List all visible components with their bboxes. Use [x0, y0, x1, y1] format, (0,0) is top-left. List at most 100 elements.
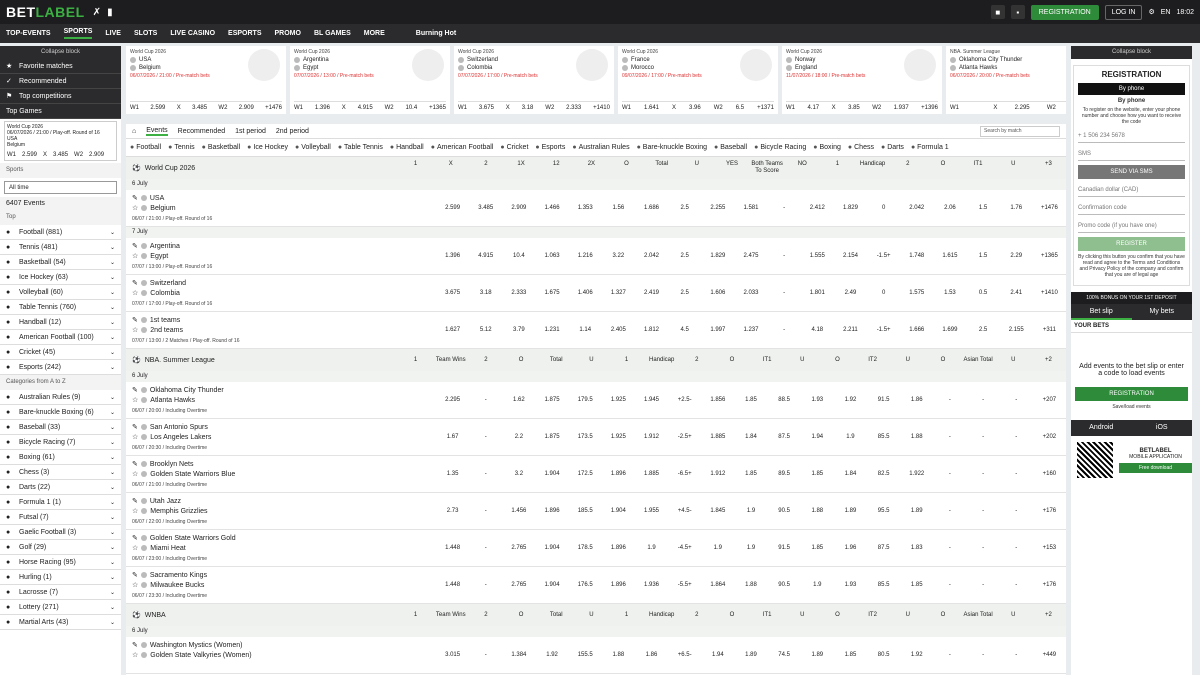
odd-cell[interactable]: 1.936: [635, 582, 668, 588]
odd-cell[interactable]: 3.79: [502, 327, 535, 333]
sidebar-sport-item[interactable]: ● Gaelic Football (3) ⌄: [0, 525, 121, 540]
sport-tab[interactable]: ● Basketball: [202, 144, 241, 151]
odd-cell[interactable]: 2.2: [502, 434, 535, 440]
nav-sports[interactable]: SPORTS: [63, 28, 93, 39]
odd-cell[interactable]: 155.5: [569, 652, 602, 658]
send-sms-button[interactable]: SEND VIA SMS: [1078, 165, 1185, 179]
odd-cell[interactable]: 1.581: [734, 205, 767, 211]
odd-cell[interactable]: 1.396: [436, 253, 469, 259]
odd-cell[interactable]: 1.896: [535, 508, 568, 514]
pin-icon[interactable]: ✎: [132, 497, 138, 505]
odd-cell[interactable]: 2.73: [436, 508, 469, 514]
odd-cell[interactable]: 0.5: [967, 290, 1000, 296]
odd-cell[interactable]: 1.86: [900, 397, 933, 403]
odd-cell[interactable]: 1.675: [535, 290, 568, 296]
match-card[interactable]: World Cup 2026 Switzerland Colombia 07/07/2…: [454, 46, 614, 114]
pin-icon[interactable]: ✎: [132, 534, 138, 542]
free-download-button[interactable]: Free download: [1119, 462, 1192, 473]
odd-cell[interactable]: 91.5: [768, 545, 801, 551]
odd-cell[interactable]: 1.699: [933, 327, 966, 333]
match-card[interactable]: World Cup 2026 France Morocco 09/07/2026 / …: [618, 46, 778, 114]
sport-tab[interactable]: ● Formula 1: [911, 144, 949, 151]
star-icon[interactable]: ☆: [132, 470, 138, 478]
table-row[interactable]: ✎ Sacramento Kings ☆ Milwaukee Bucks 06/07 /…: [126, 567, 1066, 604]
odd-value[interactable]: 3.18: [522, 105, 534, 111]
odd-cell[interactable]: 1.85: [834, 652, 867, 658]
odd-cell[interactable]: +449: [1033, 652, 1066, 658]
odd-cell[interactable]: 1.904: [535, 545, 568, 551]
odd-value[interactable]: 4.17: [807, 105, 819, 111]
odd-cell[interactable]: 1.93: [834, 582, 867, 588]
odd-cell[interactable]: -: [469, 582, 502, 588]
home-icon[interactable]: ⌂: [132, 128, 136, 135]
star-icon[interactable]: ☆: [132, 252, 138, 260]
odd-cell[interactable]: 1.86: [635, 652, 668, 658]
table-row[interactable]: ✎ San Antonio Spurs ☆ Los Angeles Lakers 06/…: [126, 419, 1066, 456]
odd-cell[interactable]: -: [469, 397, 502, 403]
more-odds[interactable]: +1365: [429, 105, 446, 111]
odd-cell[interactable]: 1.925: [602, 397, 635, 403]
league-name[interactable]: NBA. Summer League: [145, 357, 215, 364]
odd-cell[interactable]: 1.829: [834, 205, 867, 211]
odd-cell[interactable]: 3.675: [436, 290, 469, 296]
sport-tab[interactable]: ● Ice Hockey: [247, 144, 288, 151]
odd-cell[interactable]: 1.94: [701, 652, 734, 658]
odd-cell[interactable]: 1.92: [535, 652, 568, 658]
pin-icon[interactable]: ✎: [132, 571, 138, 579]
odd-cell[interactable]: 1.76: [1000, 205, 1033, 211]
odd-cell[interactable]: -: [933, 471, 966, 477]
pin-icon[interactable]: ✎: [132, 242, 138, 250]
save-load-events[interactable]: Save/load events: [1071, 404, 1192, 410]
login-button[interactable]: LOG IN: [1104, 4, 1143, 20]
odd-cell[interactable]: 3.2: [502, 471, 535, 477]
odd-cell[interactable]: 1.997: [701, 327, 734, 333]
odd-cell[interactable]: -: [1000, 652, 1033, 658]
odd-value[interactable]: 2.295: [1015, 105, 1030, 111]
tab-recommended[interactable]: Recommended: [178, 128, 225, 135]
pin-icon[interactable]: ✎: [132, 386, 138, 394]
odd-cell[interactable]: +207: [1033, 397, 1066, 403]
league-name[interactable]: World Cup 2026: [145, 165, 195, 172]
sidebar-sport-item[interactable]: ● Baseball (33) ⌄: [0, 420, 121, 435]
odd-cell[interactable]: 1.945: [635, 397, 668, 403]
odd-cell[interactable]: 85.5: [867, 582, 900, 588]
gift-icon[interactable]: ■: [990, 5, 1005, 19]
odd-cell[interactable]: 88.5: [768, 397, 801, 403]
star-icon[interactable]: ☆: [132, 326, 138, 334]
logo[interactable]: BETLABEL: [6, 4, 85, 20]
sport-tab[interactable]: ● Tennis: [168, 144, 194, 151]
sport-tab[interactable]: ● Bicycle Racing: [754, 144, 806, 151]
odd-cell[interactable]: 91.5: [867, 397, 900, 403]
odd-cell[interactable]: 185.5: [569, 508, 602, 514]
odd-cell[interactable]: +176: [1033, 582, 1066, 588]
odd-cell[interactable]: 1.555: [801, 253, 834, 259]
pin-icon[interactable]: ✎: [132, 194, 138, 202]
odd-cell[interactable]: -: [1000, 434, 1033, 440]
nav-live-casino[interactable]: LIVE CASINO: [170, 30, 215, 37]
nav-slots[interactable]: SLOTS: [134, 30, 157, 37]
odd-cell[interactable]: 2.5: [967, 327, 1000, 333]
odd-cell[interactable]: 1.801: [801, 290, 834, 296]
odd-cell[interactable]: +2.5-: [668, 397, 701, 403]
odd-value[interactable]: 3.485: [192, 105, 207, 111]
odd-cell[interactable]: -: [1000, 508, 1033, 514]
star-icon[interactable]: ☆: [132, 651, 138, 659]
odd-cell[interactable]: 2.909: [502, 205, 535, 211]
sport-tab[interactable]: ● Baseball: [714, 144, 747, 151]
odd-cell[interactable]: 3.18: [469, 290, 502, 296]
odd-cell[interactable]: 1.864: [701, 582, 734, 588]
odd-cell[interactable]: 2.765: [502, 582, 535, 588]
odd-cell[interactable]: 1.904: [535, 582, 568, 588]
odd-cell[interactable]: -5.5+: [668, 582, 701, 588]
odd-cell[interactable]: 1.9: [734, 545, 767, 551]
odd-cell[interactable]: 179.5: [569, 397, 602, 403]
tab-bet-slip[interactable]: Bet slip: [1071, 304, 1132, 320]
odd-cell[interactable]: 85.5: [867, 434, 900, 440]
match-card[interactable]: World Cup 2026 USA Belgium 06/07/2026 / 21:…: [126, 46, 286, 114]
odd-cell[interactable]: +202: [1033, 434, 1066, 440]
crossed-bats-icon[interactable]: ✗: [93, 7, 101, 18]
odd-cell[interactable]: 1.92: [900, 652, 933, 658]
odd-cell[interactable]: +4.5-: [668, 508, 701, 514]
odd-cell[interactable]: 1.922: [900, 471, 933, 477]
odd-cell[interactable]: 1.812: [635, 327, 668, 333]
